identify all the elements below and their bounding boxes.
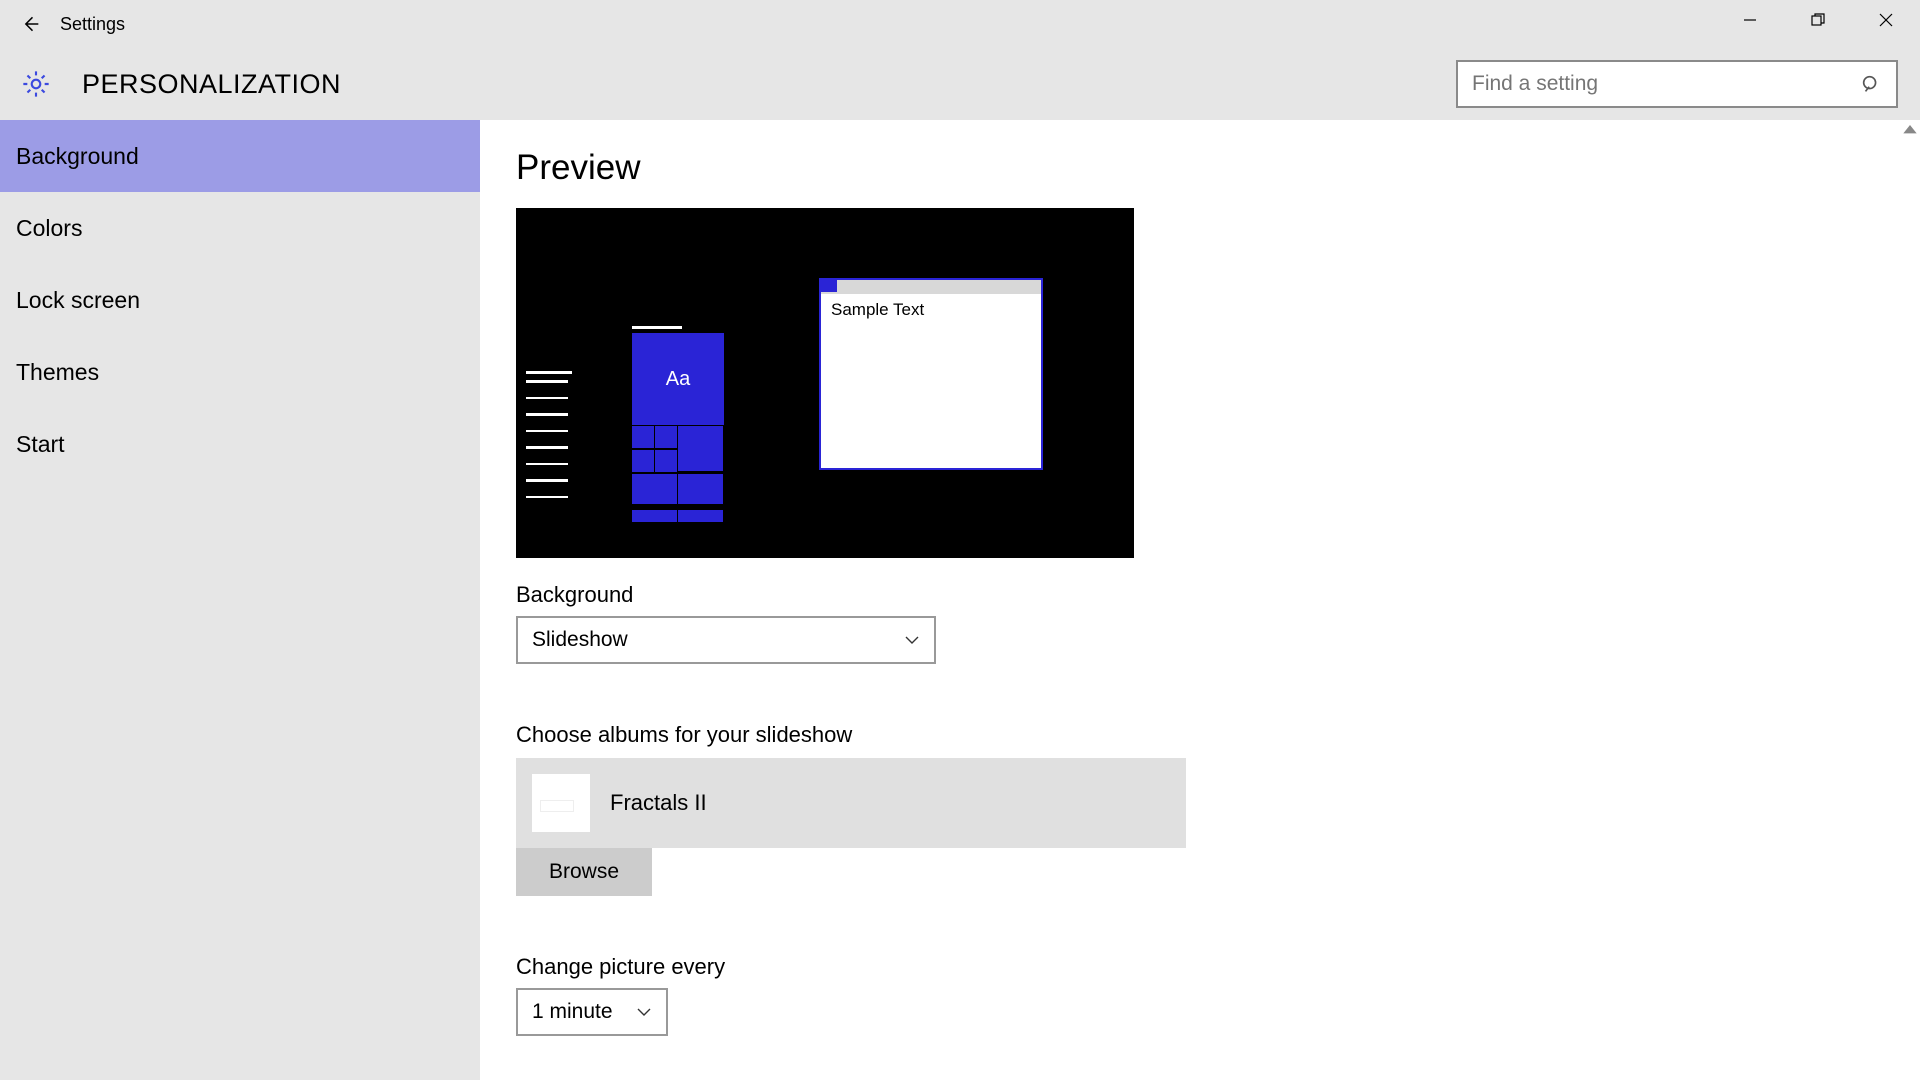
change-every-label: Change picture every xyxy=(516,954,1884,980)
header: PERSONALIZATION xyxy=(0,48,1920,120)
page-title: PERSONALIZATION xyxy=(82,69,341,100)
minimize-button[interactable] xyxy=(1716,0,1784,40)
background-label: Background xyxy=(516,582,1884,608)
sidebar-item-colors[interactable]: Colors xyxy=(0,192,480,264)
preview-start-list xyxy=(526,371,572,512)
sidebar-item-start[interactable]: Start xyxy=(0,408,480,480)
albums-label: Choose albums for your slideshow xyxy=(516,722,1884,748)
body: Background Colors Lock screen Themes Sta… xyxy=(0,120,1920,1080)
content: Preview Aa xyxy=(480,120,1920,1080)
preview-box: Aa Sample Text xyxy=(516,208,1134,558)
preview-tiles: Aa xyxy=(632,326,724,522)
scroll-up-icon[interactable] xyxy=(1900,120,1920,140)
back-button[interactable] xyxy=(0,0,60,48)
maximize-icon xyxy=(1811,13,1825,27)
album-thumbnail xyxy=(532,774,590,832)
background-select-value: Slideshow xyxy=(532,628,628,652)
sidebar-item-label: Lock screen xyxy=(16,287,140,314)
search-box[interactable] xyxy=(1456,60,1898,108)
close-icon xyxy=(1879,13,1893,27)
chevron-down-icon xyxy=(636,1004,652,1020)
change-every-value: 1 minute xyxy=(532,1000,613,1024)
preview-tile-aa: Aa xyxy=(632,333,724,425)
back-arrow-icon xyxy=(20,14,40,34)
sidebar: Background Colors Lock screen Themes Sta… xyxy=(0,120,480,1080)
sidebar-item-lock-screen[interactable]: Lock screen xyxy=(0,264,480,336)
minimize-icon xyxy=(1743,13,1757,27)
album-item[interactable]: Fractals II xyxy=(516,758,1186,848)
background-select[interactable]: Slideshow xyxy=(516,616,936,664)
gear-icon xyxy=(18,66,54,102)
search-input[interactable] xyxy=(1472,72,1860,96)
preview-sample-text: Sample Text xyxy=(821,294,1041,326)
sidebar-item-themes[interactable]: Themes xyxy=(0,336,480,408)
preview-heading: Preview xyxy=(516,148,1884,188)
sidebar-item-label: Themes xyxy=(16,359,99,386)
preview-sample-window: Sample Text xyxy=(819,278,1043,470)
sidebar-item-label: Start xyxy=(16,431,65,458)
window-title: Settings xyxy=(60,14,125,35)
sidebar-item-label: Background xyxy=(16,143,139,170)
maximize-button[interactable] xyxy=(1784,0,1852,40)
search-icon xyxy=(1860,73,1882,95)
scrollbar[interactable] xyxy=(1900,120,1920,1080)
close-button[interactable] xyxy=(1852,0,1920,40)
sidebar-item-background[interactable]: Background xyxy=(0,120,480,192)
window-controls xyxy=(1716,0,1920,48)
album-name: Fractals II xyxy=(610,790,707,816)
sidebar-item-label: Colors xyxy=(16,215,82,242)
change-every-select[interactable]: 1 minute xyxy=(516,988,668,1036)
titlebar: Settings xyxy=(0,0,1920,48)
browse-button[interactable]: Browse xyxy=(516,848,652,896)
chevron-down-icon xyxy=(904,632,920,648)
